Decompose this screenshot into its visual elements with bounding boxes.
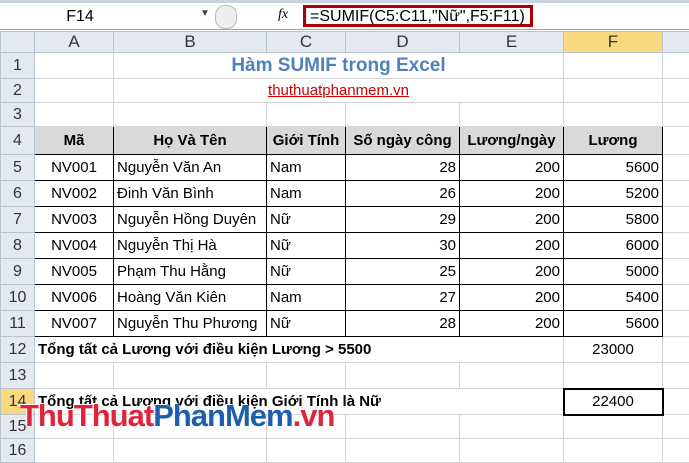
- sheet-title: Hàm SUMIF trong Excel: [114, 53, 564, 79]
- row-header[interactable]: 3: [1, 103, 35, 127]
- table-row: 8NV004Nguyễn Thị HàNữ302006000: [1, 233, 689, 259]
- row-header[interactable]: 11: [1, 311, 35, 337]
- column-header[interactable]: E: [460, 32, 564, 53]
- summary-value[interactable]: 23000: [564, 337, 663, 363]
- data-cell[interactable]: Nam: [267, 155, 346, 181]
- header-cell[interactable]: Lương/ngày: [460, 127, 564, 155]
- data-cell[interactable]: Nữ: [267, 233, 346, 259]
- row-header[interactable]: 6: [1, 181, 35, 207]
- chevron-down-icon[interactable]: ▼: [200, 8, 210, 19]
- data-cell[interactable]: 28: [346, 311, 460, 337]
- select-all-corner[interactable]: [1, 32, 35, 53]
- table-row: 10NV006Hoàng Văn KiênNam272005400: [1, 285, 689, 311]
- data-cell[interactable]: 6000: [564, 233, 663, 259]
- data-cell[interactable]: NV001: [35, 155, 114, 181]
- row-header[interactable]: 8: [1, 233, 35, 259]
- row-header[interactable]: 10: [1, 285, 35, 311]
- data-cell[interactable]: NV004: [35, 233, 114, 259]
- data-cell[interactable]: 200: [460, 259, 564, 285]
- data-cell[interactable]: 5800: [564, 207, 663, 233]
- data-cell[interactable]: Nữ: [267, 311, 346, 337]
- data-cell[interactable]: 5000: [564, 259, 663, 285]
- data-cell[interactable]: NV007: [35, 311, 114, 337]
- data-cell[interactable]: Nguyễn Hồng Duyên: [114, 207, 267, 233]
- data-cell[interactable]: Nữ: [267, 207, 346, 233]
- data-cell[interactable]: 27: [346, 285, 460, 311]
- data-cell[interactable]: 29: [346, 207, 460, 233]
- column-header[interactable]: A: [35, 32, 114, 53]
- data-cell[interactable]: Nguyễn Thu Phương: [114, 311, 267, 337]
- data-cell[interactable]: Hoàng Văn Kiên: [114, 285, 267, 311]
- summary-value[interactable]: 22400: [564, 389, 663, 415]
- header-cell[interactable]: Số ngày công: [346, 127, 460, 155]
- data-cell[interactable]: NV003: [35, 207, 114, 233]
- table-row: 9NV005Phạm Thu HằngNữ252005000: [1, 259, 689, 285]
- data-cell[interactable]: NV005: [35, 259, 114, 285]
- data-cell[interactable]: Nữ: [267, 259, 346, 285]
- table-row: 6NV002Đinh Văn BìnhNam262005200: [1, 181, 689, 207]
- data-cell[interactable]: NV006: [35, 285, 114, 311]
- data-cell[interactable]: Nam: [267, 285, 346, 311]
- name-box[interactable]: F14: [0, 6, 160, 28]
- column-header[interactable]: C: [267, 32, 346, 53]
- data-cell[interactable]: 30: [346, 233, 460, 259]
- data-cell[interactable]: 200: [460, 207, 564, 233]
- data-cell[interactable]: NV002: [35, 181, 114, 207]
- data-cell[interactable]: 26: [346, 181, 460, 207]
- row-header[interactable]: 7: [1, 207, 35, 233]
- data-cell[interactable]: 200: [460, 155, 564, 181]
- table-row: 7NV003Nguyễn Hồng DuyênNữ292005800: [1, 207, 689, 233]
- row-header[interactable]: 2: [1, 79, 35, 103]
- data-cell[interactable]: 5600: [564, 311, 663, 337]
- column-header[interactable]: D: [346, 32, 460, 53]
- row-header[interactable]: 16: [1, 439, 35, 463]
- data-cell[interactable]: Đinh Văn Bình: [114, 181, 267, 207]
- row-header[interactable]: 4: [1, 127, 35, 155]
- data-cell[interactable]: 25: [346, 259, 460, 285]
- summary-label[interactable]: Tổng tất cả Lương với điều kiện Lương > …: [35, 337, 564, 363]
- subtitle-link[interactable]: thuthuatphanmem.vn: [114, 79, 564, 103]
- watermark-logo: ThuThuatPhanMem.vn: [20, 398, 334, 434]
- data-cell[interactable]: 200: [460, 285, 564, 311]
- row-header[interactable]: 12: [1, 337, 35, 363]
- table-row: 11NV007Nguyễn Thu PhươngNữ282005600: [1, 311, 689, 337]
- data-cell[interactable]: Phạm Thu Hằng: [114, 259, 267, 285]
- formula-input[interactable]: =SUMIF(C5:C11,"Nữ",F5:F11): [303, 5, 533, 27]
- column-header[interactable]: F: [564, 32, 663, 53]
- row-header[interactable]: 5: [1, 155, 35, 181]
- formula-bar: F14 ▼ fx =SUMIF(C5:C11,"Nữ",F5:F11): [0, 0, 689, 30]
- table-row: 5NV001Nguyễn Văn AnNam282005600: [1, 155, 689, 181]
- data-cell[interactable]: 5600: [564, 155, 663, 181]
- data-cell[interactable]: Nguyễn Văn An: [114, 155, 267, 181]
- data-cell[interactable]: 28: [346, 155, 460, 181]
- data-cell[interactable]: 200: [460, 181, 564, 207]
- data-cell[interactable]: 5400: [564, 285, 663, 311]
- row-header[interactable]: 13: [1, 363, 35, 389]
- data-cell[interactable]: 200: [460, 311, 564, 337]
- resize-handle[interactable]: [215, 5, 237, 29]
- header-cell[interactable]: Giới Tính: [267, 127, 346, 155]
- header-cell[interactable]: Mã: [35, 127, 114, 155]
- data-cell[interactable]: 200: [460, 233, 564, 259]
- row-header[interactable]: 9: [1, 259, 35, 285]
- row-header[interactable]: 1: [1, 53, 35, 79]
- header-cell[interactable]: Lương: [564, 127, 663, 155]
- data-cell[interactable]: 5200: [564, 181, 663, 207]
- function-icon[interactable]: fx: [278, 7, 288, 23]
- data-cell[interactable]: Nguyễn Thị Hà: [114, 233, 267, 259]
- data-cell[interactable]: Nam: [267, 181, 346, 207]
- header-cell[interactable]: Họ Và Tên: [114, 127, 267, 155]
- column-header[interactable]: B: [114, 32, 267, 53]
